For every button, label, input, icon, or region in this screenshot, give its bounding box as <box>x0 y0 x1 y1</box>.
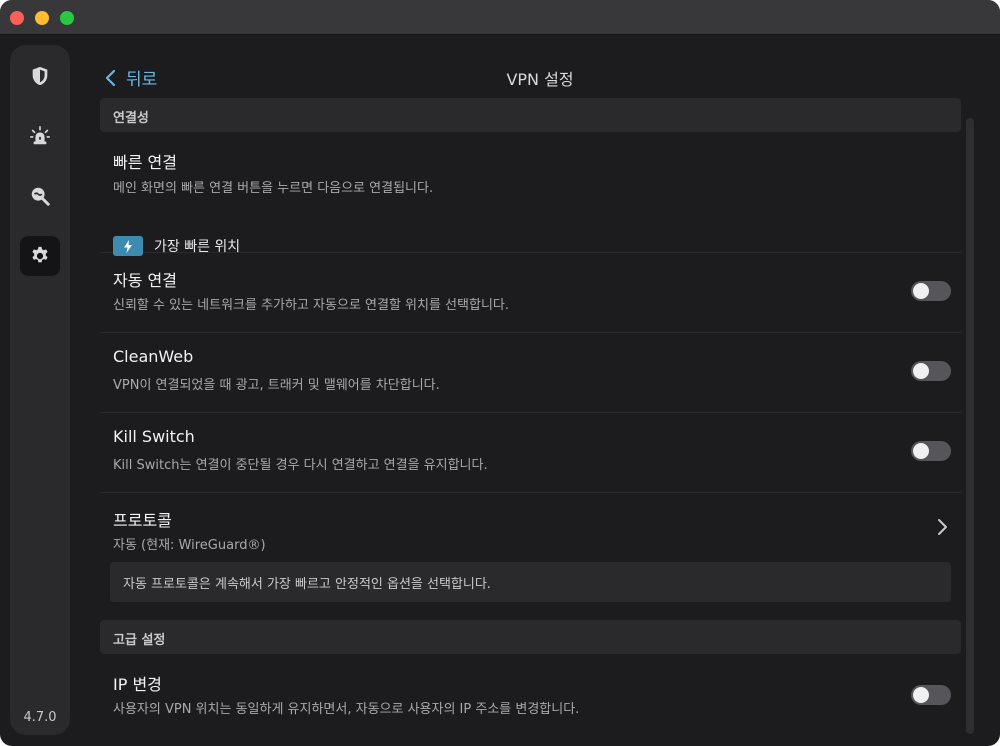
toggle-knob <box>913 283 929 299</box>
settings-list: 연결성 빠른 연결 메인 화면의 빠른 연결 버튼을 누르면 다음으로 연결됩니… <box>100 98 961 746</box>
close-window-button[interactable] <box>10 11 24 25</box>
app-version: 4.7.0 <box>23 710 57 725</box>
sidebar-item-scan[interactable] <box>20 176 60 216</box>
alarm-icon <box>30 126 50 145</box>
scrollbar[interactable] <box>966 118 974 734</box>
shield-icon <box>32 66 48 86</box>
auto-connect-toggle[interactable] <box>911 281 951 301</box>
section-header-connectivity: 연결성 <box>100 98 961 132</box>
quick-connect-title: 빠른 연결 <box>113 153 177 172</box>
cleanweb-row: CleanWeb VPN이 연결되었을 때 광고, 트래커 및 맬웨어를 차단합… <box>100 333 961 413</box>
kill-switch-title: Kill Switch <box>113 427 195 446</box>
section-header-advanced: 고급 설정 <box>100 620 961 654</box>
auto-connect-description: 신뢰할 수 있는 네트워크를 추가하고 자동으로 연결할 위치를 선택합니다. <box>113 298 509 313</box>
kill-switch-row: Kill Switch Kill Switch는 연결이 중단될 경우 다시 연… <box>100 413 961 493</box>
ip-change-toggle[interactable] <box>911 685 951 705</box>
sidebar-item-alerts[interactable] <box>20 116 60 156</box>
quick-connect-description: 메인 화면의 빠른 연결 버튼을 누르면 다음으로 연결됩니다. <box>113 181 434 196</box>
ip-change-row: IP 변경 사용자의 VPN 위치는 동일하게 유지하면서, 자동으로 사용자의… <box>100 654 961 734</box>
sidebar-item-protection[interactable] <box>20 56 60 96</box>
title-bar <box>0 0 1000 35</box>
chevron-right-icon[interactable] <box>935 517 949 537</box>
page-title: VPN 설정 <box>506 70 574 89</box>
toggle-knob <box>913 443 929 459</box>
gear-icon <box>32 246 48 263</box>
ip-change-description: 사용자의 VPN 위치는 동일하게 유지하면서, 자동으로 사용자의 IP 주소… <box>113 702 580 717</box>
auto-connect-row: 자동 연결 신뢰할 수 있는 네트워크를 추가하고 자동으로 연결할 위치를 선… <box>100 253 961 333</box>
maximize-window-button[interactable] <box>60 11 74 25</box>
minimize-window-button[interactable] <box>35 11 49 25</box>
sidebar-item-settings[interactable] <box>20 236 60 276</box>
kill-switch-description: Kill Switch는 연결이 중단될 경우 다시 연결하고 연결을 유지합니… <box>113 458 488 473</box>
search-icon <box>31 187 50 206</box>
sidebar: 4.7.0 <box>10 45 70 735</box>
protocol-value: 자동 (현재: WireGuard®) <box>113 538 266 553</box>
quick-connect-row: 빠른 연결 메인 화면의 빠른 연결 버튼을 누르면 다음으로 연결됩니다. 가… <box>100 132 961 256</box>
cleanweb-title: CleanWeb <box>113 347 194 366</box>
auto-connect-title: 자동 연결 <box>113 271 177 290</box>
kill-switch-toggle[interactable] <box>911 441 951 461</box>
toggle-knob <box>913 687 929 703</box>
page-header: 뒤로 VPN 설정 <box>90 55 990 95</box>
cleanweb-toggle[interactable] <box>911 361 951 381</box>
cleanweb-description: VPN이 연결되었을 때 광고, 트래커 및 맬웨어를 차단합니다. <box>113 378 440 393</box>
app-window: 4.7.0 뒤로 VPN 설정 연결성 빠른 연결 메인 화면의 빠른 연결 버… <box>0 0 1000 746</box>
ip-change-title: IP 변경 <box>113 675 162 694</box>
protocol-title: 프로토콜 <box>113 511 172 530</box>
toggle-knob <box>913 363 929 379</box>
protocol-info-box: 자동 프로토콜은 계속해서 가장 빠르고 안정적인 옵션을 선택합니다. <box>110 562 951 602</box>
